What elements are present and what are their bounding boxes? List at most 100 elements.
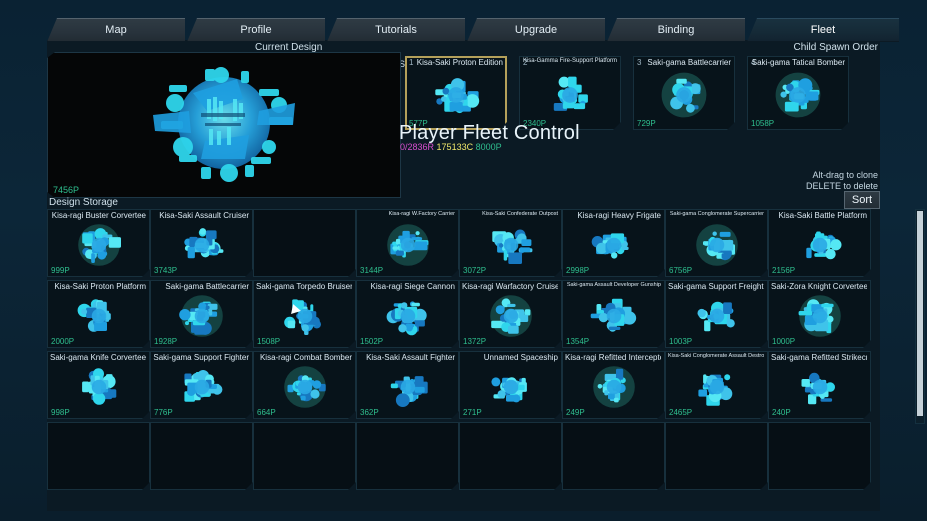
- tab-upgrade[interactable]: Upgrade: [467, 18, 605, 42]
- ship-art: [774, 217, 866, 269]
- current-design-price: 7456P: [53, 185, 79, 195]
- storage-cell[interactable]: Kisa-ragi Warfactory Cruiser1372P: [459, 280, 562, 348]
- spawn-order-cell[interactable]: 4Saki-gama Tatical Bomber1058P: [747, 56, 849, 130]
- storage-cell-empty[interactable]: [768, 422, 871, 490]
- ship-art: [641, 65, 727, 121]
- storage-cell-empty[interactable]: [253, 209, 356, 277]
- storage-cell-price: 249P: [566, 408, 585, 417]
- ship-art: [53, 288, 145, 340]
- ship-art: [671, 359, 763, 411]
- storage-cell-name: Saki-gama Assault Developer Gunship: [565, 282, 661, 288]
- spawn-cell-name: Kisa-Gamma Fire-Support Platform: [523, 58, 617, 64]
- storage-cell-name: Kisa-Saki Assault Cruiser: [153, 211, 249, 220]
- storage-cell-name: Kisa-ragi Warfactory Cruiser: [462, 282, 558, 291]
- storage-cell[interactable]: Saki-gama Battlecarrier1928P: [150, 280, 253, 348]
- storage-cell-name: Kisa-Saki Battle Platform: [771, 211, 867, 220]
- storage-cell[interactable]: Kisa-Saki Battle Platform 2156P: [768, 209, 871, 277]
- storage-cell[interactable]: Kisa-ragi Heavy Frigate 2998P: [562, 209, 665, 277]
- storage-cell-empty[interactable]: [47, 422, 150, 490]
- storage-cell[interactable]: Kisa-ragi Combat Bomber664P: [253, 351, 356, 419]
- storage-cell-price: 2998P: [566, 266, 589, 275]
- tab-label: Fleet: [747, 19, 899, 41]
- storage-scrollbar[interactable]: [915, 209, 925, 424]
- storage-cell-empty[interactable]: [562, 422, 665, 490]
- storage-cell[interactable]: Kisa-Saki Proton Platform2000P: [47, 280, 150, 348]
- storage-cell[interactable]: Saki-gama Assault Developer Gunship 1354P: [562, 280, 665, 348]
- hint-clone: Alt-drag to clone: [806, 170, 878, 181]
- storage-cell-empty[interactable]: [150, 422, 253, 490]
- storage-cell-price: 362P: [360, 408, 379, 417]
- storage-cell[interactable]: Kisa-Saki Confederate Outpost3072P: [459, 209, 562, 277]
- ship-art: [465, 288, 557, 340]
- storage-cell-name: Kisa-Saki Confederate Outpost: [462, 211, 558, 217]
- storage-cell-price: 2465P: [669, 408, 692, 417]
- stat-resources: 0/2836R: [400, 142, 434, 152]
- ship-art: [671, 288, 763, 340]
- storage-cell[interactable]: Kisa-Saki Assault Cruiser 3743P: [150, 209, 253, 277]
- spawn-order-cell[interactable]: 3Saki-gama Battlecarrier729P: [633, 56, 735, 130]
- storage-cell-name: Kisa-ragi Siege Cannon: [359, 282, 455, 291]
- sort-button[interactable]: Sort: [844, 191, 880, 209]
- spawn-cell-price: 729P: [637, 119, 656, 128]
- ship-art: [774, 288, 866, 340]
- ship-art: [568, 359, 660, 411]
- storage-cell-price: 3743P: [154, 266, 177, 275]
- spawn-cell-name: Saki-gama Battlecarrier: [647, 58, 731, 67]
- storage-cell[interactable]: Kisa-Saki Conglomerate Assault Destroyer…: [665, 351, 768, 419]
- storage-cell-empty[interactable]: [253, 422, 356, 490]
- storage-cell-price: 1928P: [154, 337, 177, 346]
- storage-cell-empty[interactable]: [459, 422, 562, 490]
- tab-map[interactable]: Map: [47, 18, 185, 42]
- main-tab-bar: MapProfileTutorialsUpgradeBindingFleet: [0, 18, 927, 40]
- spawn-order-cell[interactable]: 2Kisa-Gamma Fire-Support Platform2340P: [519, 56, 621, 130]
- tab-label: Map: [47, 19, 185, 41]
- storage-cell[interactable]: Kisa-ragi Buster Corvertee999P: [47, 209, 150, 277]
- storage-cell[interactable]: Saki-Zora Knight Corvertee1000P: [768, 280, 871, 348]
- keyboard-hints: Alt-drag to clone DELETE to delete: [806, 170, 878, 192]
- storage-cell-empty[interactable]: [356, 422, 459, 490]
- storage-cell-empty[interactable]: [665, 422, 768, 490]
- storage-cell-price: 240P: [772, 408, 791, 417]
- storage-cell[interactable]: Unnamed Spaceship271P: [459, 351, 562, 419]
- storage-cell[interactable]: Kisa-ragi W.Factory Carrier3144P: [356, 209, 459, 277]
- storage-cell[interactable]: Kisa-Saki Assault Fighter362P: [356, 351, 459, 419]
- tab-binding[interactable]: Binding: [607, 18, 745, 42]
- storage-cell-name: Kisa-ragi Combat Bomber: [256, 353, 352, 362]
- storage-cell[interactable]: Saki-gama Support Fighter776P: [150, 351, 253, 419]
- current-design-ship-render: [48, 53, 400, 197]
- storage-cell[interactable]: Saki-gama Refitted Strikecraft240P: [768, 351, 871, 419]
- storage-cell[interactable]: Saki-gama Support Freighter1003P: [665, 280, 768, 348]
- tab-label: Upgrade: [467, 19, 605, 41]
- ship-art: [156, 288, 248, 340]
- ship-art-large: [109, 55, 339, 195]
- spawn-order-cell[interactable]: 1Kisa-Saki Proton Edition577P: [405, 56, 507, 130]
- storage-cell-name: Kisa-ragi Heavy Frigate: [565, 211, 661, 220]
- tab-label: Tutorials: [327, 19, 465, 41]
- tab-fleet[interactable]: Fleet: [747, 18, 899, 42]
- stat-power: 8000P: [476, 142, 502, 152]
- tab-profile[interactable]: Profile: [187, 18, 325, 42]
- storage-cell-name: Unnamed Spaceship: [462, 353, 558, 362]
- stat-credits: 175133C: [437, 142, 474, 152]
- ship-art: [671, 217, 763, 269]
- ship-art: [362, 217, 454, 269]
- storage-cell-name: Saki-gama Knife Corvertee: [50, 353, 146, 362]
- current-design-viewport[interactable]: 7456P: [47, 52, 401, 198]
- ship-art: [568, 288, 660, 340]
- storage-cell[interactable]: Saki-gama Conglomerate Supercarrier6756P: [665, 209, 768, 277]
- ship-art: [362, 288, 454, 340]
- storage-cell-name: Saki-Zora Knight Corvertee: [771, 282, 867, 291]
- storage-cell-name: Saki-gama Support Freighter: [668, 282, 764, 291]
- storage-cell[interactable]: Kisa-ragi Refitted Interceptor249P: [562, 351, 665, 419]
- storage-cell[interactable]: Saki-gama Torpedo Bruiser1508P: [253, 280, 356, 348]
- storage-scrollbar-thumb[interactable]: [917, 211, 923, 416]
- storage-cell-price: 2156P: [772, 266, 795, 275]
- tab-tutorials[interactable]: Tutorials: [327, 18, 465, 42]
- storage-cell-name: Saki-gama Support Fighter: [153, 353, 249, 362]
- storage-cell[interactable]: Kisa-ragi Siege Cannon1502P: [356, 280, 459, 348]
- storage-cell-price: 3144P: [360, 266, 383, 275]
- storage-cell-price: 1354P: [566, 337, 589, 346]
- ship-art: [568, 217, 660, 269]
- tabbar-spacer: [0, 18, 47, 40]
- storage-cell[interactable]: Saki-gama Knife Corvertee998P: [47, 351, 150, 419]
